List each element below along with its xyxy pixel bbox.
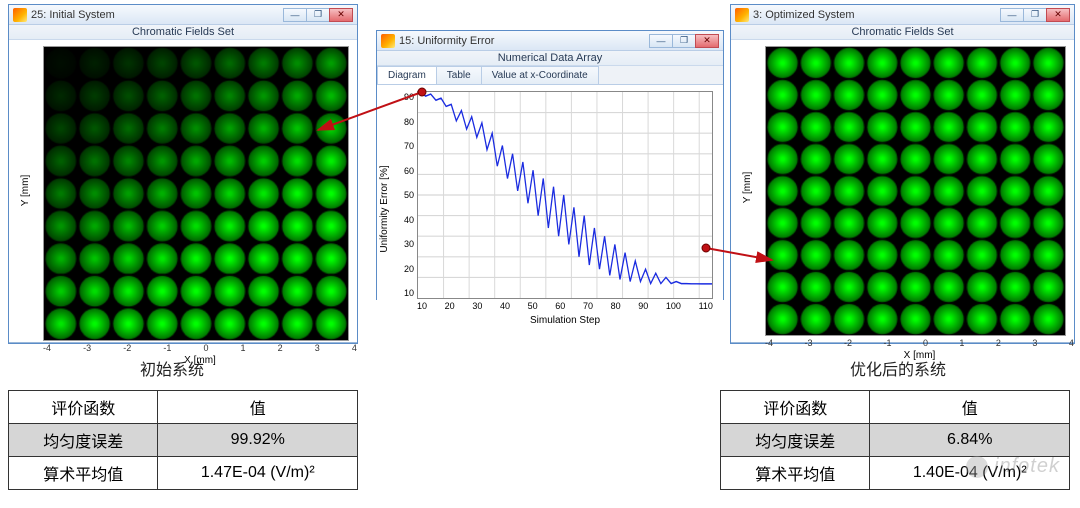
panel-label: Chromatic Fields Set [9, 25, 357, 40]
minimize-button[interactable]: — [283, 8, 307, 22]
table-header: 评价函数 [721, 391, 870, 424]
minimize-button[interactable]: — [1000, 8, 1024, 22]
metric-label: 均匀度误差 [721, 424, 870, 457]
field-plot-initial: Y [mm] 43210-1-2-3-4 -4-3-2-101234 X [mm… [9, 40, 357, 342]
y-ticks: 908070605040302010 [390, 92, 414, 298]
y-axis-label: Y [mm] [742, 172, 753, 203]
window-title: 3: Optimized System [753, 9, 1001, 21]
x-ticks: 102030405060708090100110 [417, 299, 713, 311]
wechat-icon [966, 456, 988, 478]
x-ticks: -4-3-2-101234 [765, 336, 1074, 348]
tab-table[interactable]: Table [436, 66, 482, 84]
panel-label: Chromatic Fields Set [731, 25, 1074, 40]
close-button[interactable]: ✕ [1046, 8, 1070, 22]
maximize-button[interactable]: ❐ [1023, 8, 1047, 22]
maximize-button[interactable]: ❐ [672, 34, 696, 48]
table-row: 算术平均值1.47E-04 (V/m)² [9, 457, 358, 490]
metric-value: 1.47E-04 (V/m)² [158, 457, 358, 490]
titlebar[interactable]: 3: Optimized System — ❐ ✕ [731, 5, 1074, 25]
close-button[interactable]: ✕ [329, 8, 353, 22]
plot-area[interactable] [43, 46, 349, 341]
chart-body: Uniformity Error [%] 908070605040302010 … [377, 85, 723, 333]
titlebar[interactable]: 25: Initial System — ❐ ✕ [9, 5, 357, 25]
app-icon [735, 8, 749, 22]
uniformity-series [421, 92, 712, 284]
metric-label: 均匀度误差 [9, 424, 158, 457]
close-button[interactable]: ✕ [695, 34, 719, 48]
tab-value-at-x-coordinate[interactable]: Value at x-Coordinate [481, 66, 599, 84]
table-row: 均匀度误差6.84% [721, 424, 1070, 457]
app-icon [381, 34, 395, 48]
panel-label: Numerical Data Array [377, 51, 723, 66]
chart-area[interactable]: 908070605040302010 [417, 91, 713, 299]
metric-label: 算术平均值 [721, 457, 870, 490]
minimize-button[interactable]: — [649, 34, 673, 48]
watermark: infotek [966, 455, 1060, 478]
metric-label: 算术平均值 [9, 457, 158, 490]
maximize-button[interactable]: ❐ [306, 8, 330, 22]
caption-initial: 初始系统 [140, 356, 204, 380]
x-ticks: -4-3-2-101234 [43, 341, 357, 353]
tab-bar: DiagramTableValue at x-Coordinate [377, 66, 723, 85]
caption-optimized: 优化后的系统 [850, 356, 946, 380]
window-title: 25: Initial System [31, 9, 284, 21]
metric-value: 99.92% [158, 424, 358, 457]
table-row: 均匀度误差99.92% [9, 424, 358, 457]
x-axis-label: Simulation Step [417, 315, 713, 326]
window-initial-system: 25: Initial System — ❐ ✕ Chromatic Field… [8, 4, 358, 344]
app-icon [13, 8, 27, 22]
tab-diagram[interactable]: Diagram [377, 66, 437, 84]
titlebar[interactable]: 15: Uniformity Error — ❐ ✕ [377, 31, 723, 51]
field-plot-optimized: Y [mm] 43210-1-2-3-4 -4-3-2-101234 X [mm… [731, 40, 1074, 342]
window-title: 15: Uniformity Error [399, 35, 650, 47]
window-optimized-system: 3: Optimized System — ❐ ✕ Chromatic Fiel… [730, 4, 1075, 344]
y-axis-label: Uniformity Error [%] [379, 165, 390, 252]
table-header: 值 [158, 391, 358, 424]
window-uniformity-error: 15: Uniformity Error — ❐ ✕ Numerical Dat… [376, 30, 724, 300]
merit-table-initial: 评价函数值均匀度误差99.92%算术平均值1.47E-04 (V/m)² [8, 390, 358, 490]
table-header: 评价函数 [9, 391, 158, 424]
y-axis-label: Y [mm] [20, 175, 31, 206]
plot-area[interactable] [765, 46, 1066, 336]
metric-value: 6.84% [870, 424, 1070, 457]
table-header: 值 [870, 391, 1070, 424]
